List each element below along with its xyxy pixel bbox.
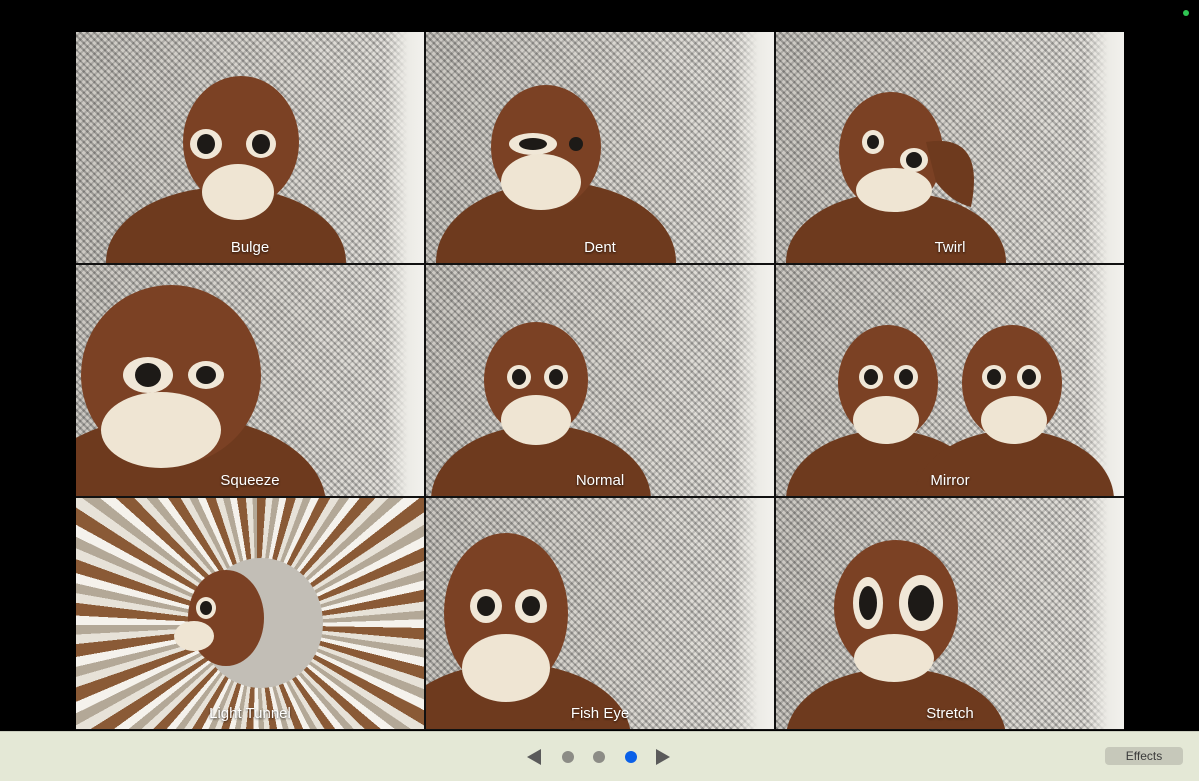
page-dot-1[interactable] — [562, 751, 574, 763]
page-dot-3[interactable] — [625, 751, 637, 763]
effect-tile-bulge[interactable]: Bulge — [76, 32, 424, 263]
effect-tile-twirl[interactable]: Twirl — [776, 32, 1124, 263]
page-navigation — [524, 746, 674, 768]
orangutan-preview — [431, 322, 651, 496]
effect-label: Twirl — [934, 239, 966, 256]
orangutan-preview — [174, 558, 323, 688]
orangutan-preview — [426, 533, 631, 729]
effect-label: Mirror — [930, 472, 970, 489]
effect-label: Normal — [575, 472, 625, 489]
orangutan-preview — [106, 76, 346, 263]
effect-tile-normal[interactable]: Normal — [426, 265, 774, 496]
bottom-toolbar: Effects — [0, 731, 1199, 781]
effect-label: Bulge — [230, 239, 270, 256]
left-triangle-icon[interactable] — [527, 749, 541, 765]
orangutan-preview — [786, 325, 1114, 496]
orangutan-preview — [76, 285, 326, 496]
right-triangle-icon[interactable] — [656, 749, 670, 765]
effect-label: Fish Eye — [570, 705, 630, 722]
orangutan-preview — [436, 85, 676, 263]
effect-tile-fish-eye[interactable]: Fish Eye — [426, 498, 774, 729]
effect-label: Squeeze — [220, 472, 280, 489]
orangutan-preview — [786, 540, 1006, 729]
effects-button[interactable]: Effects — [1105, 747, 1183, 765]
effect-tile-stretch[interactable]: Stretch — [776, 498, 1124, 729]
effect-label: Stretch — [926, 705, 974, 722]
effect-label: Dent — [584, 239, 616, 256]
effect-tile-squeeze[interactable]: Squeeze — [76, 265, 424, 496]
camera-indicator-dot — [1183, 10, 1189, 16]
page-dot-2[interactable] — [593, 751, 605, 763]
effect-label: Light Tunnel — [209, 705, 291, 722]
effects-grid: Bulge Dent Twirl Squeeze Normal Mirror L… — [76, 32, 1124, 730]
effect-tile-dent[interactable]: Dent — [426, 32, 774, 263]
effect-tile-mirror[interactable]: Mirror — [776, 265, 1124, 496]
effect-tile-light-tunnel[interactable]: Light Tunnel — [76, 498, 424, 729]
orangutan-preview — [786, 92, 1006, 263]
